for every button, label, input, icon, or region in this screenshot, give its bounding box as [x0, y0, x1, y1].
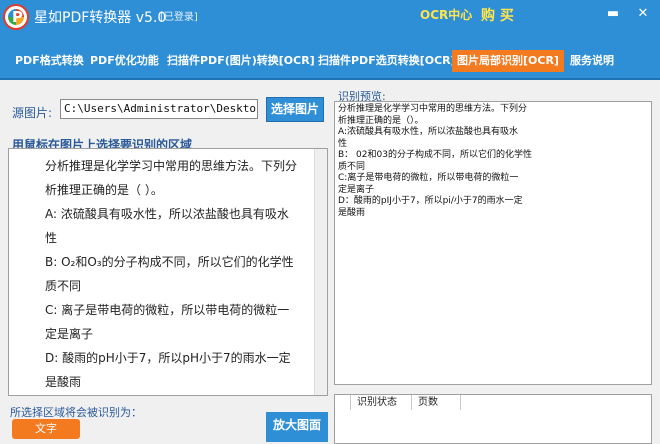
- table-header-blank: [335, 395, 351, 410]
- source-image-label: 源图片:: [12, 106, 53, 120]
- image-text-line: 析推理正确的是（ ）。: [45, 183, 163, 197]
- menu-image-partial-ocr[interactable]: 图片局部识别[OCR]: [452, 50, 564, 72]
- menu-service-info[interactable]: 服务说明: [565, 50, 619, 72]
- menu-scan-page-convert[interactable]: 扫描件PDF选页转换[OCR]: [313, 50, 461, 72]
- image-text-line: D: 酸雨的pH小于7，所以pH小于7的雨水一定: [45, 351, 291, 365]
- source-path-input[interactable]: C:\Users\Administrator\Desktop\: [60, 99, 258, 119]
- image-text-line: 分析推理是化学学习中常用的思维方法。下列分: [45, 159, 298, 173]
- image-scrollbar[interactable]: [314, 149, 327, 395]
- image-text-line: 质不同: [45, 279, 82, 293]
- close-icon[interactable]: ✕: [632, 5, 654, 23]
- ocr-center-link[interactable]: OCR中心: [420, 6, 472, 23]
- title-bar: P 星如PDF转换器 v5.0 [已登录] OCR中心 购 买 ▬ ✕: [0, 0, 660, 40]
- image-text-line: A: 浓硫酸具有吸水性，所以浓盐酸也具有吸水: [45, 207, 289, 221]
- preview-text: 分析推理是化学学习中常用的思维方法。下列分 析推理正确的是（）。 A:浓硫酸具有…: [338, 104, 532, 218]
- image-text-line: 是酸雨: [45, 375, 82, 389]
- table-header-pages: 页数: [412, 395, 461, 410]
- image-text-line: 定是离子: [45, 327, 94, 341]
- zoom-image-button[interactable]: 放大图面: [266, 412, 328, 442]
- menu-pdf-convert[interactable]: PDF格式转换: [10, 50, 89, 72]
- app-title: 星如PDF转换器 v5.0: [34, 10, 167, 26]
- menu-pdf-optimize[interactable]: PDF优化功能: [85, 50, 164, 72]
- result-type-label: 所选择区域将会被识别为：: [10, 406, 142, 419]
- logo-letter: P: [12, 8, 23, 26]
- preview-textarea[interactable]: 分析推理是化学学习中常用的思维方法。下列分 析推理正确的是（）。 A:浓硫酸具有…: [334, 101, 652, 385]
- image-canvas[interactable]: 分析推理是化学学习中常用的思维方法。下列分 析推理正确的是（ ）。 A: 浓硫酸…: [8, 148, 328, 396]
- image-text-line: 性: [45, 231, 58, 245]
- menu-scan-convert[interactable]: 扫描件PDF(图片)转换[OCR]: [162, 50, 320, 72]
- image-text-line: C: 离子是带电荷的微粒，所以带电荷的微粒一: [45, 303, 290, 317]
- status-table: 识别状态 页数: [334, 394, 652, 444]
- minimize-icon[interactable]: ▬: [602, 5, 624, 23]
- buy-link[interactable]: 购 买: [481, 5, 514, 25]
- text-mode-button[interactable]: 文字: [12, 419, 80, 439]
- table-header-status: 识别状态: [351, 395, 412, 410]
- app-logo-icon: P: [3, 4, 29, 30]
- select-image-button[interactable]: 选择图片: [266, 97, 324, 122]
- main-menu: PDF格式转换 PDF优化功能 扫描件PDF(图片)转换[OCR] 扫描件PDF…: [0, 40, 660, 80]
- image-text-line: B: O₂和O₃的分子构成不同，所以它们的化学性: [45, 255, 294, 269]
- login-status: [已登录]: [160, 12, 198, 23]
